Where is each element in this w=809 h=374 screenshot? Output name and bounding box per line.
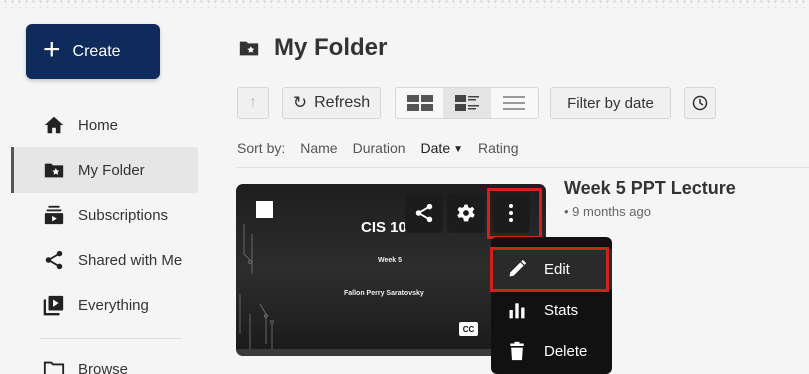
- video-meta: • 9 months ago: [564, 204, 651, 219]
- folder-star-icon: [239, 41, 259, 56]
- sidebar-item-home[interactable]: Home: [11, 102, 198, 148]
- menu-item-label: Stats: [544, 301, 579, 319]
- sidebar-item-my-folder[interactable]: My Folder: [11, 147, 198, 193]
- menu-item-label: Delete: [544, 342, 588, 360]
- sidebar-item-label: Subscriptions: [78, 206, 169, 224]
- sort-option-duration[interactable]: Duration: [353, 140, 406, 156]
- slide-subtitle: Week 5: [378, 257, 402, 264]
- sidebar-item-browse[interactable]: Browse: [11, 346, 198, 374]
- list-view-icon: [503, 96, 526, 110]
- top-dotted-border: [0, 0, 809, 8]
- divider: [237, 167, 809, 168]
- sidebar-item-everything[interactable]: Everything: [11, 282, 198, 328]
- sidebar-item-label: My Folder: [78, 161, 145, 179]
- slide-logo: [256, 201, 273, 218]
- filter-by-date-button[interactable]: Filter by date: [550, 87, 671, 119]
- history-button[interactable]: [684, 87, 716, 119]
- folder-star-icon: [44, 163, 64, 178]
- refresh-icon: ↻: [292, 93, 308, 112]
- sidebar-item-label: Home: [78, 116, 119, 134]
- sort-option-rating[interactable]: Rating: [478, 140, 518, 156]
- bar-chart-icon: [509, 303, 525, 319]
- page-title: My Folder: [237, 34, 387, 62]
- settings-button[interactable]: [447, 193, 485, 233]
- sidebar-item-label: Shared with Me: [78, 251, 183, 269]
- play-stack-icon: [43, 295, 64, 316]
- sort-option-date-label: Date: [420, 140, 451, 156]
- detail-view-button[interactable]: [443, 88, 491, 118]
- create-button[interactable]: + Create: [26, 24, 160, 79]
- caret-down-icon: ▼: [453, 144, 464, 155]
- sidebar-divider: [40, 338, 182, 339]
- highlight-more-button: [487, 188, 542, 239]
- slide-author: Fallon Perry Saratovsky: [344, 290, 424, 297]
- list-view-button[interactable]: [491, 88, 538, 118]
- highlight-edit-item: [490, 247, 609, 292]
- sort-label: Sort by:: [237, 140, 286, 156]
- menu-item-stats[interactable]: Stats: [491, 290, 612, 330]
- gear-icon: [457, 204, 475, 222]
- menu-item-delete[interactable]: Delete: [491, 331, 612, 371]
- view-toggle-group: [395, 87, 539, 119]
- video-title[interactable]: Week 5 PPT Lecture: [564, 178, 736, 199]
- home-icon: [44, 116, 64, 134]
- plus-icon: +: [43, 33, 61, 66]
- sidebar-item-label: Browse: [78, 360, 129, 374]
- filter-label: Filter by date: [567, 94, 654, 112]
- share-button[interactable]: [405, 193, 443, 233]
- grid-view-button[interactable]: [396, 88, 443, 118]
- sort-bar: Sort by: Name Duration Date ▼ Rating: [237, 140, 518, 156]
- sort-option-name[interactable]: Name: [300, 140, 337, 156]
- closed-captions-badge: CC: [459, 322, 478, 336]
- refresh-label: Refresh: [314, 94, 371, 111]
- up-button[interactable]: ↑: [237, 87, 269, 119]
- trash-icon: [510, 341, 524, 361]
- share-icon: [45, 250, 63, 270]
- subscriptions-icon: [44, 205, 64, 225]
- grid-view-icon: [406, 95, 433, 111]
- create-button-label: Create: [72, 42, 121, 60]
- clock-icon: [692, 95, 708, 111]
- sidebar-item-label: Everything: [78, 296, 149, 314]
- arrow-up-icon: ↑: [249, 94, 257, 111]
- sidebar-item-subscriptions[interactable]: Subscriptions: [11, 192, 198, 238]
- sidebar-item-shared-with-me[interactable]: Shared with Me: [11, 237, 198, 283]
- sort-option-date[interactable]: Date ▼: [421, 140, 463, 156]
- detail-view-icon: [454, 95, 479, 111]
- share-icon: [415, 203, 433, 223]
- folder-icon: [43, 361, 65, 374]
- refresh-button[interactable]: ↻ Refresh: [282, 87, 381, 119]
- page-title-text: My Folder: [274, 34, 388, 61]
